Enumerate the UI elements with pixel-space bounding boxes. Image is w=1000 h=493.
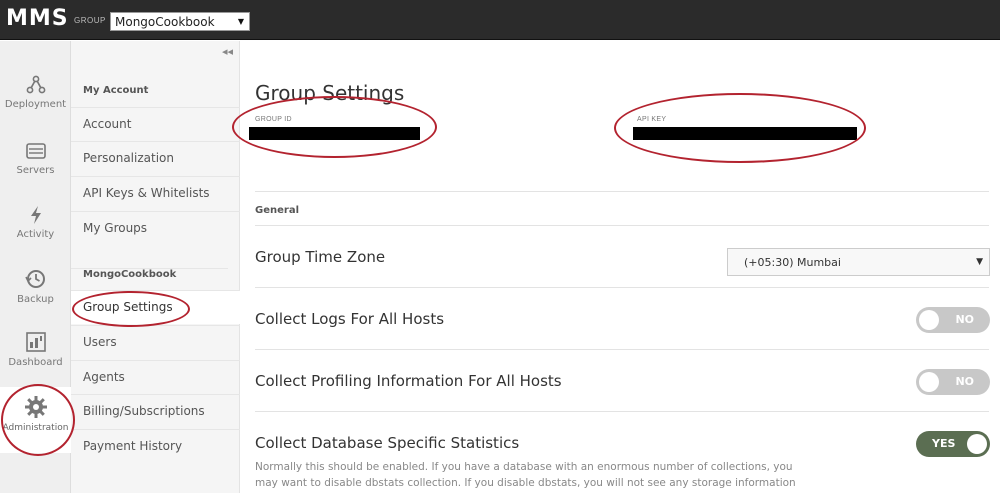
nav-label: Dashboard <box>8 357 63 368</box>
collect-logs-label: Collect Logs For All Hosts <box>255 310 445 328</box>
sidebar-item-billing[interactable]: Billing/Subscriptions <box>71 394 240 428</box>
toggle-knob <box>967 434 987 454</box>
top-bar: MMS GROUP MongoCookbook ▼ <box>0 0 1000 40</box>
divider <box>255 225 989 226</box>
divider <box>255 349 989 350</box>
group-select-value: MongoCookbook <box>115 15 215 29</box>
divider <box>255 287 989 288</box>
annotation-ellipse-group-settings <box>72 291 190 327</box>
group-select[interactable]: MongoCookbook ▼ <box>110 12 250 31</box>
nav-deployment[interactable]: Deployment <box>0 75 71 137</box>
app-logo[interactable]: MMS <box>6 6 69 31</box>
time-zone-select[interactable]: (+05:30) Mumbai ▼ <box>727 248 990 276</box>
account-sidebar: ◂◂ My Account Account Personalization AP… <box>71 41 240 493</box>
annotation-ellipse-administration <box>1 384 75 456</box>
collect-logs-toggle[interactable]: NO <box>916 307 990 333</box>
sidebar-item-users[interactable]: Users <box>71 325 240 359</box>
collect-profiling-toggle[interactable]: NO <box>916 369 990 395</box>
toggle-state: NO <box>955 313 974 326</box>
collect-db-stats-toggle[interactable]: YES <box>916 431 990 457</box>
chevron-down-icon: ▼ <box>976 257 983 267</box>
nav-label: Servers <box>16 165 55 176</box>
servers-icon <box>25 143 46 159</box>
nav-servers[interactable]: Servers <box>0 141 71 203</box>
activity-icon <box>30 206 41 224</box>
nav-activity[interactable]: Activity <box>0 205 71 267</box>
sidebar-item-my-groups[interactable]: My Groups <box>71 211 240 245</box>
dashboard-icon <box>25 332 46 352</box>
section-title-mongocookbook: MongoCookbook <box>71 268 228 280</box>
backup-icon <box>24 270 45 288</box>
toggle-state: YES <box>932 437 956 450</box>
group-time-zone-label: Group Time Zone <box>255 248 386 266</box>
deployment-icon <box>26 75 45 94</box>
nav-label: Activity <box>16 229 55 240</box>
sidebar-item-account[interactable]: Account <box>71 107 240 141</box>
divider <box>255 411 989 412</box>
collect-profiling-label: Collect Profiling Information For All Ho… <box>255 372 562 390</box>
sidebar-item-agents[interactable]: Agents <box>71 360 240 394</box>
toggle-knob <box>919 372 939 392</box>
section-title-general: General <box>255 205 299 216</box>
db-stats-description: Normally this should be enabled. If you … <box>255 459 815 491</box>
collapse-sidebar-icon[interactable]: ◂◂ <box>222 45 233 58</box>
sidebar-item-api-keys[interactable]: API Keys & Whitelists <box>71 176 240 210</box>
description-line: may want to disable dbstats collection. … <box>255 477 796 489</box>
sidebar-item-payment-history[interactable]: Payment History <box>71 429 240 463</box>
collect-db-stats-label: Collect Database Specific Statistics <box>255 434 520 452</box>
chevron-down-icon: ▼ <box>237 17 244 26</box>
annotation-ellipse-group-id <box>232 96 437 158</box>
divider <box>255 191 989 192</box>
nav-backup[interactable]: Backup <box>0 268 71 330</box>
time-zone-value: (+05:30) Mumbai <box>744 256 841 269</box>
sidebar-item-personalization[interactable]: Personalization <box>71 141 240 175</box>
toggle-state: NO <box>955 375 974 388</box>
section-title-my-account: My Account <box>83 85 149 96</box>
annotation-ellipse-api-key <box>614 93 866 163</box>
group-label: GROUP <box>74 16 106 25</box>
nav-label: Deployment <box>4 99 67 110</box>
nav-label: Backup <box>17 294 54 305</box>
toggle-knob <box>919 310 939 330</box>
description-line: Normally this should be enabled. If you … <box>255 461 793 473</box>
